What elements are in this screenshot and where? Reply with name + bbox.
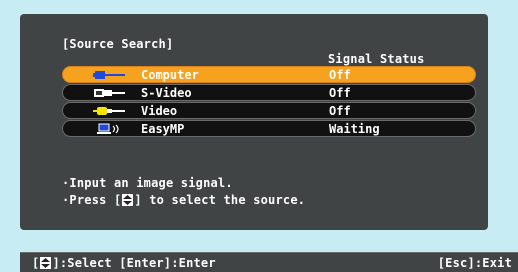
source-row-svideo[interactable]: S-Video Off	[62, 84, 476, 101]
svideo-plug-icon	[94, 89, 125, 97]
exit-hint: [Esc]:Exit	[437, 256, 512, 270]
source-status: Off	[329, 86, 351, 100]
instruction-line-2: ·Press [ ] to select the source.	[62, 193, 305, 207]
instruction-prefix: ·Press [	[62, 193, 122, 207]
easymp-network-icon	[97, 123, 119, 134]
source-list: Computer Off S-Video Off Video Off EasyM…	[62, 66, 476, 138]
select-enter-hints: ]:Select [Enter]:Enter	[52, 256, 216, 270]
page-title: [Source Search]	[62, 37, 174, 51]
up-down-arrow-key-icon	[40, 257, 52, 269]
source-label: EasyMP	[141, 122, 185, 136]
instruction-line-1: ·Input an image signal.	[62, 176, 233, 190]
source-row-computer[interactable]: Computer Off	[62, 66, 476, 83]
status-hints: [ ]:Select [Enter]:Enter	[32, 256, 216, 270]
source-row-easymp[interactable]: EasyMP Waiting	[62, 120, 476, 137]
source-label: Computer	[141, 68, 199, 82]
source-label: S-Video	[141, 86, 192, 100]
source-status: Off	[329, 104, 351, 118]
source-label: Video	[141, 104, 178, 118]
status-bar: [ ]:Select [Enter]:Enter [Esc]:Exit	[20, 252, 518, 272]
status-bracket-open: [	[32, 256, 40, 270]
source-status: Off	[329, 68, 351, 82]
source-row-video[interactable]: Video Off	[62, 102, 476, 119]
up-down-arrow-key-icon	[122, 194, 134, 206]
source-status: Waiting	[329, 122, 380, 136]
computer-cable-icon	[93, 71, 125, 79]
signal-status-header: Signal Status	[328, 52, 425, 66]
instruction-suffix: ] to select the source.	[134, 193, 306, 207]
video-plug-icon	[93, 107, 125, 115]
